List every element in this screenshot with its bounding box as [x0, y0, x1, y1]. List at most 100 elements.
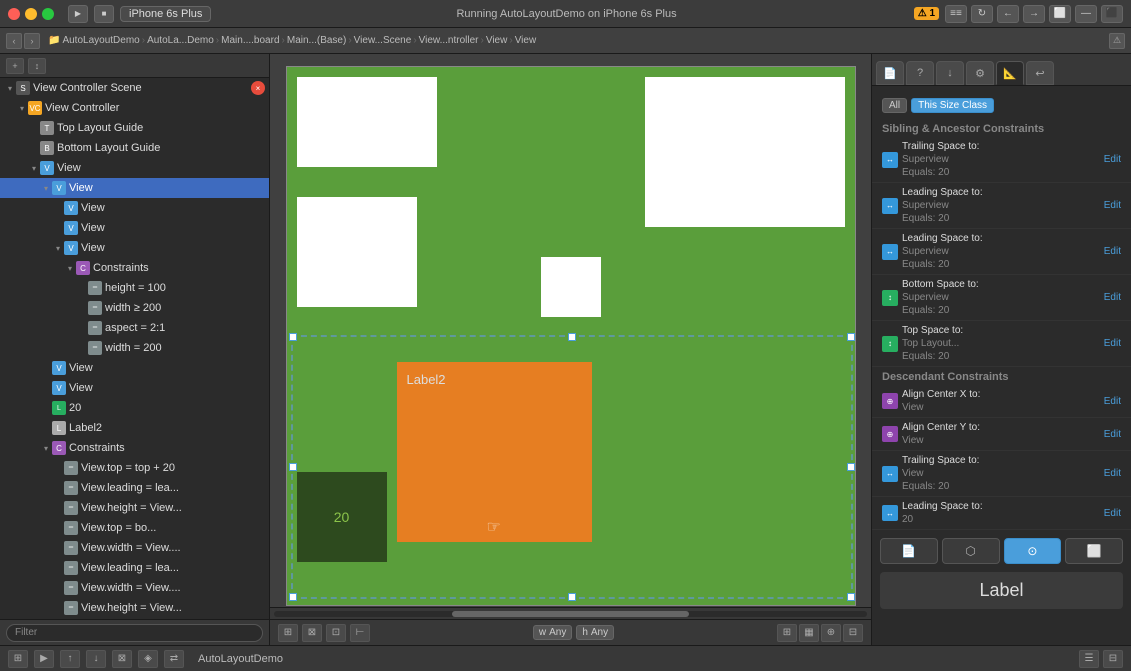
breadcrumb-back[interactable]: ‹	[6, 33, 22, 49]
breadcrumb-forward[interactable]: ›	[24, 33, 40, 49]
scheme-icon[interactable]: ≡≡	[945, 5, 967, 23]
filter-input[interactable]	[6, 624, 263, 642]
close-scene-btn[interactable]: ×	[251, 81, 265, 95]
desc-edit-btn-0[interactable]: Edit	[1104, 396, 1121, 407]
add-constraint-btn[interactable]: ⊞	[278, 624, 298, 642]
tree-item-bottom-layout-guide[interactable]: B Bottom Layout Guide	[0, 138, 269, 158]
rpt-connections[interactable]: ↩	[1026, 61, 1054, 85]
tree-item-height-100[interactable]: ═ height = 100	[0, 278, 269, 298]
handle-ml[interactable]	[289, 463, 297, 471]
panel-sort-btn[interactable]: ↕	[28, 58, 46, 74]
bottom-nav-1[interactable]: ⊞	[8, 650, 28, 668]
handle-bl[interactable]	[289, 593, 297, 601]
canvas-scrollbar-h[interactable]	[270, 607, 871, 619]
rpt-attributes[interactable]: ⚙	[966, 61, 994, 85]
canvas-orange-view[interactable]: Label2	[397, 362, 592, 542]
handle-tm[interactable]	[568, 333, 576, 341]
height-size-selector[interactable]: h Any	[576, 625, 614, 640]
tree-arrow[interactable]	[64, 262, 76, 274]
canvas-white-center[interactable]	[541, 257, 601, 317]
width-size-selector[interactable]: w Any	[533, 625, 572, 640]
bottom-nav-5[interactable]: ⊠	[112, 650, 132, 668]
canvas-white-topleft[interactable]	[297, 77, 437, 167]
rpt-help[interactable]: ?	[906, 61, 934, 85]
breadcrumb-view-scene[interactable]: View...Scene	[354, 35, 412, 46]
tree-item-label2[interactable]: L Label2	[0, 418, 269, 438]
device-selector[interactable]: iPhone 6s Plus	[120, 6, 211, 22]
tree-item-view-selected[interactable]: V View	[0, 178, 269, 198]
bottom-nav-3[interactable]: ↑	[60, 650, 80, 668]
phone-canvas[interactable]: Label2 20	[286, 66, 856, 606]
close-button[interactable]	[8, 8, 20, 20]
this-size-class-btn[interactable]: This Size Class	[911, 98, 994, 113]
size-icon-2[interactable]: ▦	[799, 624, 819, 642]
edit-btn-0[interactable]: Edit	[1104, 154, 1121, 165]
rpt-identity[interactable]: ↓	[936, 61, 964, 85]
tree-item-view-controller[interactable]: VC View Controller	[0, 98, 269, 118]
breadcrumb-view-controller[interactable]: View...ntroller	[419, 35, 479, 46]
tree-item-c6[interactable]: ═ View.leading = lea...	[0, 558, 269, 578]
desc-edit-btn-3[interactable]: Edit	[1104, 508, 1121, 519]
breadcrumb-autolayoutdemo[interactable]: 📁 AutoLayoutDemo	[48, 35, 140, 46]
scrollbar-thumb[interactable]	[452, 611, 689, 617]
tree-item-width-eq-200[interactable]: ═ width = 200	[0, 338, 269, 358]
rpt-size[interactable]: 📐	[996, 61, 1024, 85]
tree-item-c4[interactable]: ═ View.top = bo...	[0, 518, 269, 538]
handle-bm[interactable]	[568, 593, 576, 601]
ip-hex-btn[interactable]: ⬡	[942, 538, 1000, 564]
breadcrumb-view-1[interactable]: View	[486, 35, 508, 46]
minimize-button[interactable]	[25, 8, 37, 20]
tree-arrow[interactable]	[28, 162, 40, 174]
size-icon-3[interactable]: ⊕	[821, 624, 841, 642]
all-btn[interactable]: All	[882, 98, 907, 113]
handle-tr[interactable]	[847, 333, 855, 341]
tree-item-number-20[interactable]: L 20	[0, 398, 269, 418]
ip-square-btn[interactable]: ⬜	[1065, 538, 1123, 564]
forward-icon[interactable]: →	[1023, 5, 1045, 23]
tree-item-top-layout-guide[interactable]: T Top Layout Guide	[0, 118, 269, 138]
breadcrumb-autola-demo[interactable]: AutoLa...Demo	[147, 35, 214, 46]
tree-arrow[interactable]	[40, 442, 52, 454]
edit-btn-1[interactable]: Edit	[1104, 200, 1121, 211]
edit-btn-2[interactable]: Edit	[1104, 246, 1121, 257]
tree-item-view-top[interactable]: V View	[0, 158, 269, 178]
warning-badge[interactable]: ⚠ 1	[914, 7, 939, 20]
canvas-white-topright[interactable]	[645, 77, 845, 227]
canvas-content[interactable]: Label2 20	[270, 54, 871, 607]
tree-item-c1[interactable]: ═ View.top = top + 20	[0, 458, 269, 478]
bottom-right-btn-1[interactable]: ☰	[1079, 650, 1099, 668]
size-icon-1[interactable]: ⊞	[777, 624, 797, 642]
play-button[interactable]: ▶	[68, 5, 88, 23]
breadcrumb-main-board[interactable]: Main....board	[221, 35, 279, 46]
bottom-nav-7[interactable]: ⇄	[164, 650, 184, 668]
warning-nav-icon[interactable]: ⚠	[1109, 33, 1125, 49]
tree-item-aspect[interactable]: ═ aspect = 2:1	[0, 318, 269, 338]
tree-arrow[interactable]	[40, 182, 52, 194]
tree-item-view-controller-scene[interactable]: S View Controller Scene ×	[0, 78, 269, 98]
handle-mr[interactable]	[847, 463, 855, 471]
refresh-icon[interactable]: ↻	[971, 5, 993, 23]
tree-item-constraints-group[interactable]: C Constraints	[0, 258, 269, 278]
resolve-btn[interactable]: ⊠	[302, 624, 322, 642]
stop-button[interactable]: ■	[94, 5, 114, 23]
tree-item-constraints-parent[interactable]: C Constraints	[0, 438, 269, 458]
tree-item-c3[interactable]: ═ View.height = View...	[0, 498, 269, 518]
bottom-nav-6[interactable]: ◈	[138, 650, 158, 668]
tree-item-view-constraints[interactable]: V View	[0, 238, 269, 258]
handle-br[interactable]	[847, 593, 855, 601]
ip-file-btn[interactable]: 📄	[880, 538, 938, 564]
size-icon-4[interactable]: ⊟	[843, 624, 863, 642]
layout1-icon[interactable]: ⬜	[1049, 5, 1071, 23]
desc-edit-btn-1[interactable]: Edit	[1104, 429, 1121, 440]
handle-tl[interactable]	[289, 333, 297, 341]
tree-item-view-15[interactable]: V View	[0, 378, 269, 398]
back-icon[interactable]: ←	[997, 5, 1019, 23]
tree-arrow[interactable]	[16, 102, 28, 114]
panel-add-btn[interactable]: +	[6, 58, 24, 74]
rpt-file[interactable]: 📄	[876, 61, 904, 85]
tree-item-c5[interactable]: ═ View.width = View....	[0, 538, 269, 558]
layout2-icon[interactable]: —	[1075, 5, 1097, 23]
tree-item-c7[interactable]: ═ View.width = View....	[0, 578, 269, 598]
tree-item-view-child2[interactable]: V View	[0, 218, 269, 238]
edit-btn-3[interactable]: Edit	[1104, 292, 1121, 303]
